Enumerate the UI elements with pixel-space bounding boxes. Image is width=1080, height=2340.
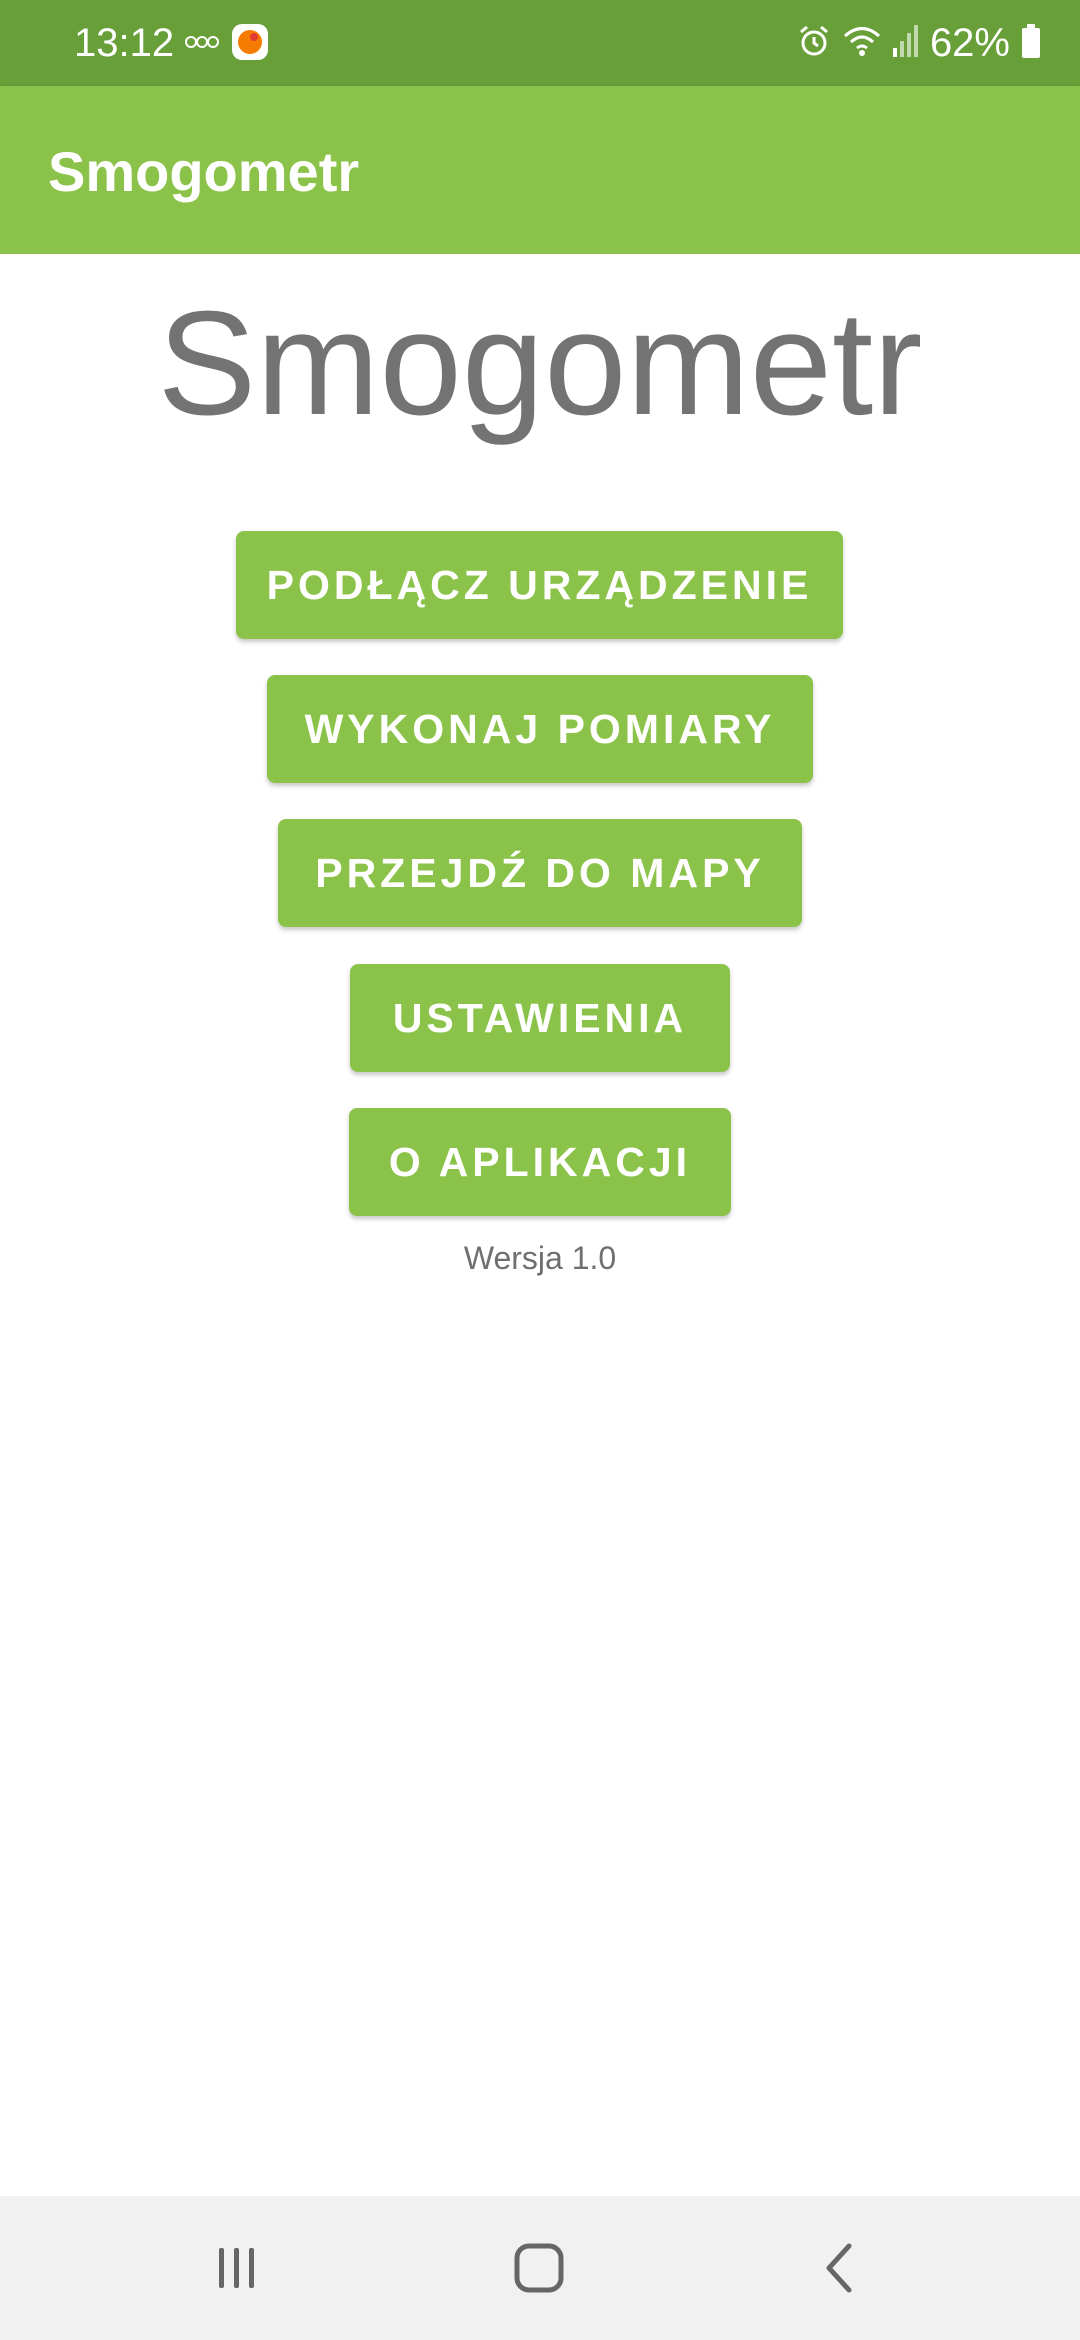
- signal-icon: [892, 24, 920, 63]
- wifi-icon: [842, 23, 882, 64]
- settings-button[interactable]: USTAWIENIA: [350, 964, 730, 1072]
- go-to-map-button[interactable]: PRZEJDŹ DO MAPY: [278, 819, 802, 927]
- back-icon[interactable]: [805, 2232, 877, 2304]
- version-label: Wersja 1.0: [463, 1240, 617, 1276]
- battery-icon: [1020, 23, 1042, 64]
- battery-percent: 62%: [929, 21, 1010, 65]
- status-right-icons: 62%: [796, 18, 1042, 68]
- app-bar-title: Smogometr: [48, 140, 360, 203]
- voicemail-icon: [184, 32, 220, 57]
- status-bar: 13:12 62%: [0, 0, 1080, 86]
- page-title: Smogometr: [157, 281, 923, 446]
- take-measurements-button[interactable]: WYKONAJ POMIARY: [267, 675, 813, 783]
- alarm-icon: [796, 23, 832, 64]
- home-icon[interactable]: [503, 2232, 575, 2304]
- navigation-bar: [0, 2196, 1080, 2340]
- about-app-button[interactable]: O APLIKACJI: [349, 1108, 731, 1216]
- notification-app-icon: [230, 22, 270, 67]
- recents-icon[interactable]: [201, 2232, 273, 2304]
- app-bar: Smogometr: [0, 86, 1080, 254]
- status-time: 13:12: [74, 21, 175, 65]
- connect-device-button[interactable]: PODŁĄCZ URZĄDZENIE: [236, 531, 843, 639]
- status-left-icons: [184, 22, 270, 66]
- main-content: Smogometr PODŁĄCZ URZĄDZENIE WYKONAJ POM…: [0, 254, 1080, 2196]
